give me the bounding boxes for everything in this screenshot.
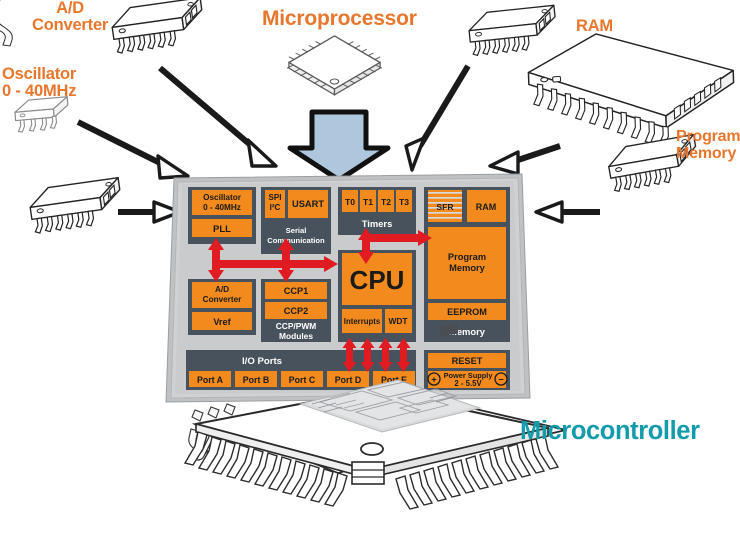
caption-microprocessor: Microprocessor (262, 7, 417, 30)
diagram-canvas: Oscillator 0 - 40MHz PLL SPI I²C USART S… (0, 0, 740, 534)
caption-microcontroller: Microcontroller (520, 417, 700, 445)
caption-program-memory: Program Memory (676, 128, 740, 163)
caption-oscillator: Oscillator 0 - 40MHz (2, 65, 77, 101)
caption-ad-converter: A/D Converter (32, 0, 109, 35)
caption-ram: RAM (576, 17, 613, 35)
mcu-package-illustration (183, 323, 560, 510)
